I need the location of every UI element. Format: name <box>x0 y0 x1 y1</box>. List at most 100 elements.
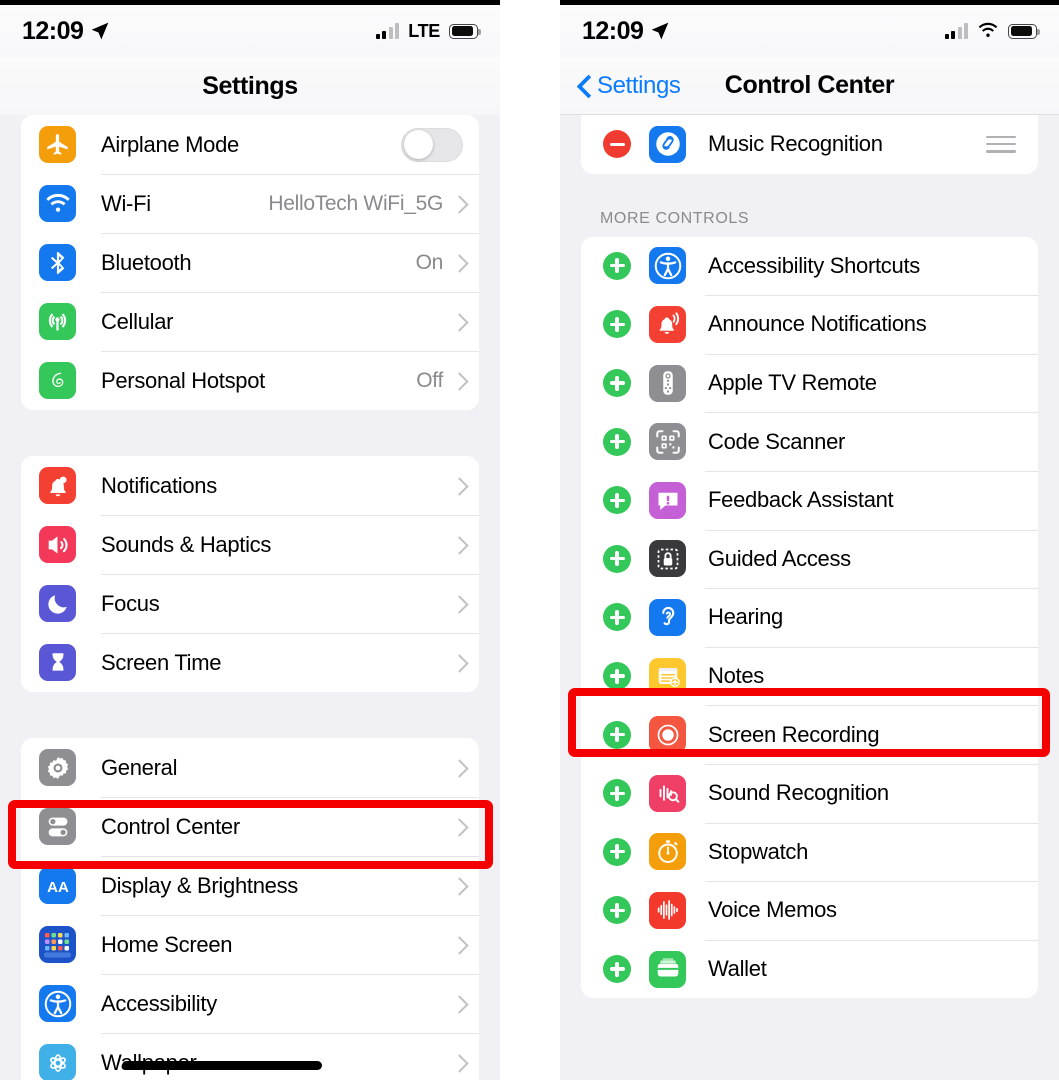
announce-bell-icon <box>649 305 686 343</box>
control-row-stopwatch[interactable]: Stopwatch <box>581 822 1038 882</box>
accessibility-icon <box>649 247 686 285</box>
settings-row-accessibility[interactable]: Accessibility <box>21 974 479 1033</box>
lock-icon <box>649 540 686 578</box>
bluetooth-icon <box>39 244 76 281</box>
airplane-mode-toggle[interactable] <box>401 127 463 162</box>
qr-code-icon <box>649 423 686 461</box>
speaker-icon <box>39 526 76 563</box>
sound-recognition-icon <box>649 774 686 812</box>
gear-icon <box>39 749 76 786</box>
settings-row-label: Wi-Fi <box>101 190 151 216</box>
add-control-button[interactable] <box>603 427 631 456</box>
control-row-label: Announce Notifications <box>708 311 927 337</box>
control-row-label: Screen Recording <box>708 721 880 747</box>
right-phone-screen: 12:09 Settings Control Center Music Reco… <box>560 0 1059 1080</box>
settings-row-label: Cellular <box>101 308 174 334</box>
wallet-icon <box>649 950 686 988</box>
location-arrow-icon <box>650 21 670 41</box>
control-row-label: Voice Memos <box>708 897 837 923</box>
chevron-right-icon <box>453 936 463 953</box>
add-control-button[interactable] <box>603 603 631 632</box>
control-row-hearing[interactable]: Hearing <box>581 588 1038 647</box>
add-control-button[interactable] <box>603 720 631 749</box>
control-row-voice-memos[interactable]: Voice Memos <box>581 881 1038 940</box>
settings-row-general[interactable]: General <box>21 738 479 797</box>
chevron-right-icon <box>453 195 463 212</box>
accessibility-icon <box>39 985 76 1022</box>
control-row-label: Code Scanner <box>708 428 846 454</box>
chevron-right-icon <box>453 877 463 894</box>
settings-row-sounds-haptics[interactable]: Sounds & Haptics <box>21 515 479 574</box>
add-control-button[interactable] <box>603 310 631 339</box>
settings-row-airplane-mode[interactable]: Airplane Mode <box>21 115 479 174</box>
notifications-bell-icon <box>39 467 76 504</box>
control-row-label: Sound Recognition <box>708 780 889 806</box>
settings-row-label: Home Screen <box>101 931 233 957</box>
control-row-apple-tv-remote[interactable]: Apple TV Remote <box>581 353 1038 413</box>
hotspot-icon <box>39 362 76 399</box>
settings-list[interactable]: Airplane Mode Wi-Fi HelloTech WiFi_5G Bl… <box>0 115 500 1080</box>
settings-row-wifi[interactable]: Wi-Fi HelloTech WiFi_5G <box>21 174 479 233</box>
voice-memos-icon <box>649 891 686 929</box>
settings-row-control-center[interactable]: Control Center <box>21 797 479 856</box>
control-row-screen-recording[interactable]: Screen Recording <box>581 705 1038 764</box>
moon-icon <box>39 585 76 622</box>
add-control-button[interactable] <box>603 955 631 984</box>
control-row-label: Feedback Assistant <box>708 487 894 513</box>
shazam-icon <box>649 125 686 163</box>
add-control-button[interactable] <box>603 662 631 691</box>
settings-row-notifications[interactable]: Notifications <box>21 456 479 515</box>
cellular-bars-icon <box>375 23 400 39</box>
settings-row-home-screen[interactable]: Home Screen <box>21 915 479 974</box>
control-row-music-recognition[interactable]: Music Recognition <box>581 115 1038 174</box>
add-control-button[interactable] <box>603 486 631 515</box>
control-row-wallet[interactable]: Wallet <box>581 939 1038 999</box>
control-row-label: Notes <box>708 663 764 689</box>
control-row-label: Hearing <box>708 604 783 630</box>
battery-icon <box>449 23 481 39</box>
chevron-right-icon <box>453 654 463 671</box>
settings-row-screen-time[interactable]: Screen Time <box>21 633 479 692</box>
control-center-list[interactable]: Music Recognition MORE CONTROLS Accessib… <box>560 115 1059 1080</box>
control-row-sound-recognition[interactable]: Sound Recognition <box>581 763 1038 823</box>
add-control-button[interactable] <box>603 896 631 925</box>
control-row-feedback-assistant[interactable]: Feedback Assistant <box>581 470 1038 530</box>
add-control-button[interactable] <box>603 369 631 398</box>
control-row-accessibility-shortcuts[interactable]: Accessibility Shortcuts <box>581 237 1038 296</box>
settings-row-wallpaper[interactable]: Wallpaper <box>21 1033 479 1080</box>
settings-row-label: Sounds & Haptics <box>101 531 272 557</box>
control-row-guided-access[interactable]: Guided Access <box>581 529 1038 589</box>
page-title: Control Center <box>724 71 895 99</box>
settings-row-cellular[interactable]: Cellular <box>21 292 479 351</box>
settings-row-label: Bluetooth <box>101 249 192 275</box>
control-row-label: Apple TV Remote <box>708 370 877 396</box>
back-button[interactable]: Settings <box>578 57 681 115</box>
add-control-button[interactable] <box>603 544 631 573</box>
display-brightness-icon: AA <box>39 867 76 904</box>
control-row-notes[interactable]: Notes <box>581 646 1038 706</box>
add-control-button[interactable] <box>603 251 631 280</box>
settings-row-display-brightness[interactable]: AA Display & Brightness <box>21 856 479 915</box>
back-button-label: Settings <box>597 72 681 99</box>
settings-row-label: Focus <box>101 590 160 616</box>
settings-row-focus[interactable]: Focus <box>21 574 479 633</box>
cellular-antenna-icon <box>39 303 76 340</box>
remove-control-button[interactable] <box>603 130 631 159</box>
chevron-right-icon <box>453 536 463 553</box>
settings-row-label: Control Center <box>101 813 240 839</box>
screenshot-stage: 12:09 LTE Settings Airplane Mode Wi-Fi H… <box>0 0 1059 1080</box>
settings-row-personal-hotspot[interactable]: Personal Hotspot Off <box>21 351 479 410</box>
notes-icon <box>649 657 686 695</box>
settings-row-bluetooth[interactable]: Bluetooth On <box>21 233 479 292</box>
control-row-code-scanner[interactable]: Code Scanner <box>581 412 1038 471</box>
control-row-announce-notifications[interactable]: Announce Notifications <box>581 295 1038 354</box>
network-type-label: LTE <box>408 20 440 41</box>
add-control-button[interactable] <box>603 837 631 866</box>
wifi-icon <box>39 185 76 222</box>
add-control-button[interactable] <box>603 779 631 808</box>
hotspot-state-value: Off <box>416 368 443 392</box>
drag-handle-icon[interactable] <box>986 135 1038 153</box>
left-phone-screen: 12:09 LTE Settings Airplane Mode Wi-Fi H… <box>0 0 500 1080</box>
